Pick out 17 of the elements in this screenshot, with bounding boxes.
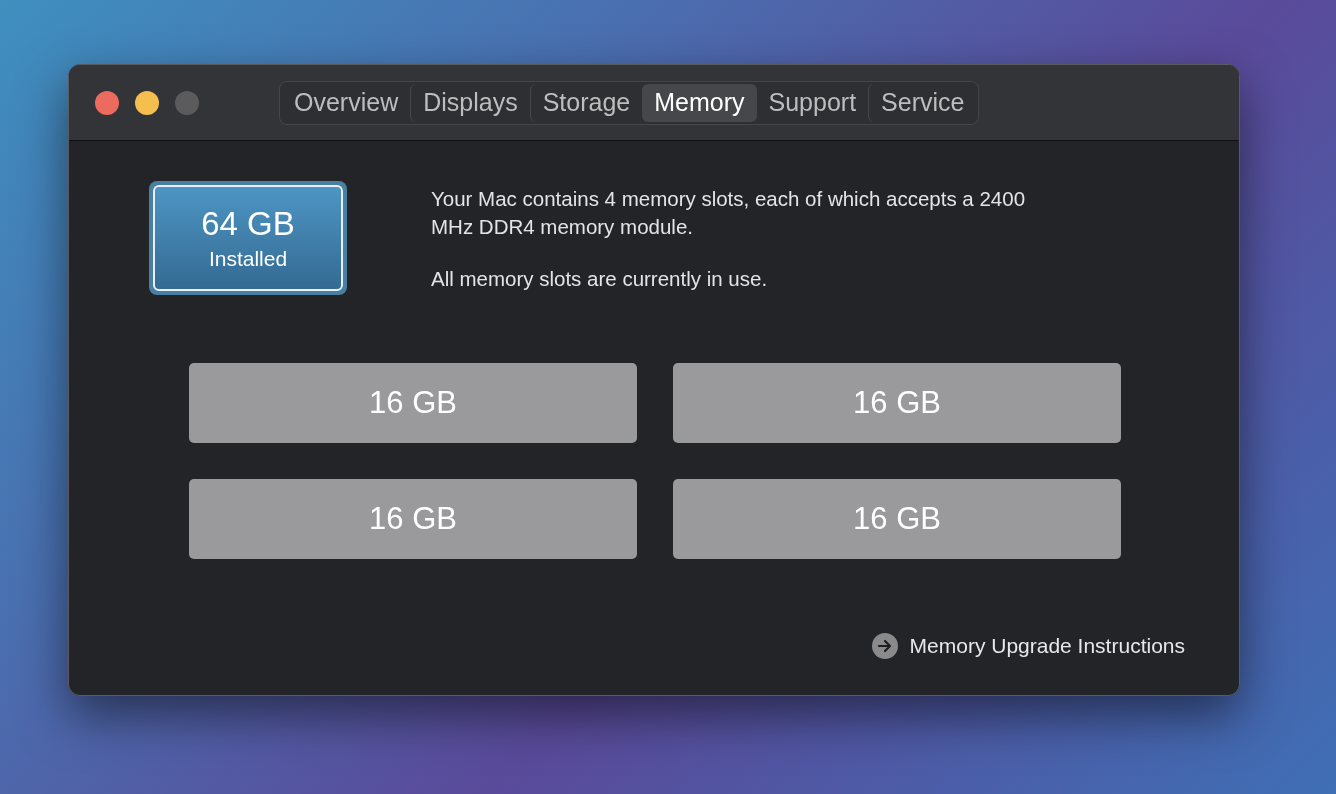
- memory-slot: 16 GB: [673, 363, 1121, 443]
- installed-label: Installed: [208, 247, 288, 271]
- memory-amount: 64 GB: [201, 205, 295, 243]
- upgrade-instructions-link[interactable]: Memory Upgrade Instructions: [871, 633, 1185, 659]
- memory-slot: 16 GB: [673, 479, 1121, 559]
- tab[interactable]: Overview: [282, 83, 411, 122]
- minimize-button[interactable]: [135, 90, 159, 115]
- memory-slot: 16 GB: [189, 479, 637, 559]
- tab[interactable]: Support: [756, 83, 869, 122]
- arrow-right-icon: [871, 633, 898, 659]
- tab[interactable]: Memory: [642, 83, 757, 122]
- tab[interactable]: Displays: [410, 83, 530, 122]
- tab[interactable]: Service: [868, 83, 977, 122]
- close-button[interactable]: [95, 90, 119, 115]
- description-text: All memory slots are currently in use.: [431, 266, 769, 292]
- memory-slot: 16 GB: [189, 363, 637, 443]
- description-text: Your Mac contains 4 memory slots, each of which accepts a 2400 MHz DDR4 memory module.: [431, 186, 1027, 240]
